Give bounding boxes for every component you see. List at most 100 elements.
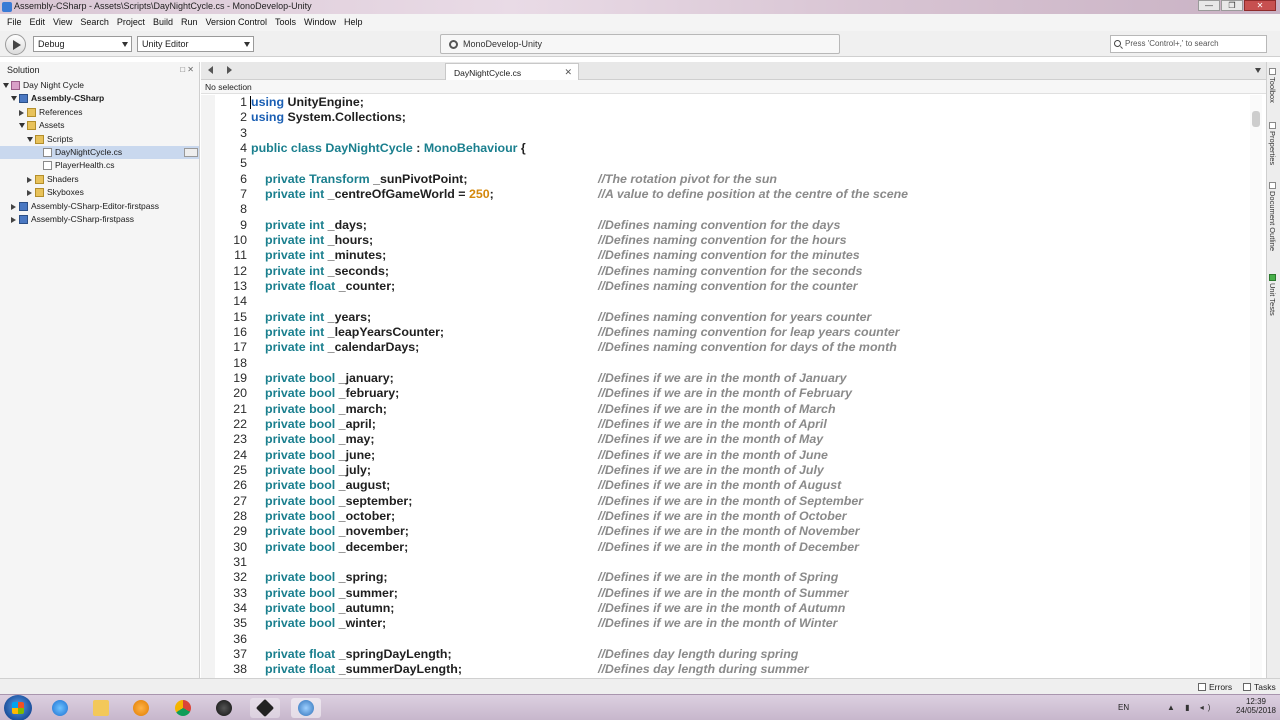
code-line[interactable]: 23 private bool _may; //Defines if we are … (201, 432, 1251, 447)
target-select[interactable]: Unity Editor (137, 36, 254, 52)
code-line[interactable]: 35 private bool _winter; //Defines if we a… (201, 616, 1251, 631)
search-input[interactable]: Press 'Control+,' to search (1110, 35, 1267, 53)
start-button[interactable] (4, 695, 32, 720)
menu-build[interactable]: Build (150, 14, 176, 31)
document-outline-dock-tab[interactable]: Document Outline (1268, 182, 1277, 251)
errors-button[interactable]: Errors (1198, 682, 1232, 692)
menu-run[interactable]: Run (178, 14, 201, 31)
menu-edit[interactable]: Edit (27, 14, 49, 31)
menu-file[interactable]: File (4, 14, 25, 31)
menu-view[interactable]: View (50, 14, 75, 31)
file-explorer-icon[interactable] (86, 698, 116, 718)
chevron-down-icon[interactable] (1255, 68, 1261, 73)
menu-help[interactable]: Help (341, 14, 366, 31)
tab-daynightcycle[interactable]: DayNightCycle.cs ✕ (445, 63, 579, 80)
code-line[interactable]: 19 private bool _january; //Defines if we … (201, 371, 1251, 386)
code-editor[interactable]: 1 using UnityEngine; 2 using System.Collect… (201, 95, 1262, 678)
tray-icons[interactable]: ▲ ▮ ◂) (1167, 703, 1214, 712)
code-line[interactable]: 30 private bool _december; //Defines if we… (201, 540, 1251, 555)
code-line[interactable]: 26 private bool _august; //Defines if we a… (201, 478, 1251, 493)
code-line[interactable]: 15 private int _years; //Defines naming co… (201, 310, 1251, 325)
menu-window[interactable]: Window (301, 14, 339, 31)
code-line[interactable]: 22 private bool _april; //Defines if we ar… (201, 417, 1251, 432)
internet-explorer-icon[interactable] (45, 698, 75, 718)
code-line[interactable]: 5 (201, 156, 1251, 171)
code-line[interactable]: 20 private bool _february; //Defines if we… (201, 386, 1251, 401)
code-line[interactable]: 38 private float _summerDayLength; //Defin… (201, 662, 1251, 677)
clock[interactable]: 12:39 24/05/2018 (1236, 697, 1276, 715)
code-line[interactable]: 4 public class DayNightCycle : MonoBehavi… (201, 141, 1251, 156)
nav-back-icon[interactable] (208, 66, 213, 74)
solution-tree-item[interactable]: Assembly-CSharp (0, 92, 199, 105)
chevron-right-icon[interactable] (11, 203, 16, 210)
chevron-down-icon[interactable] (19, 123, 25, 129)
unit-tests-dock-tab[interactable]: Unit Tests (1268, 274, 1277, 316)
code-line[interactable]: 17 private int _calendarDays; //Defines na… (201, 340, 1251, 355)
chevron-right-icon[interactable] (19, 109, 24, 116)
code-line[interactable]: 28 private bool _october; //Defines if we … (201, 509, 1251, 524)
solution-tree-item[interactable]: DayNightCycle.cs (0, 145, 199, 160)
solution-tree-item[interactable]: Day Night Cycle (0, 79, 199, 92)
code-line[interactable]: 10 private int _hours; //Defines naming co… (201, 233, 1251, 248)
media-player-icon[interactable] (126, 698, 156, 718)
code-line[interactable]: 9 private int _days; //Defines naming conv… (201, 218, 1251, 233)
code-line[interactable]: 34 private bool _autumn; //Defines if we a… (201, 601, 1251, 616)
code-line[interactable]: 8 (201, 202, 1251, 217)
minimize-button[interactable]: — (1198, 0, 1220, 11)
solution-tree-item[interactable]: Assets (0, 119, 199, 132)
chevron-down-icon[interactable] (27, 136, 33, 142)
solution-tree-item[interactable]: Shaders (0, 173, 199, 186)
chevron-down-icon[interactable] (3, 83, 9, 88)
menu-search[interactable]: Search (77, 14, 112, 31)
solution-tree-item[interactable]: Assembly-CSharp-firstpass (0, 213, 199, 226)
code-line[interactable]: 7 private int _centreOfGameWorld = 250; //… (201, 187, 1251, 202)
chevron-right-icon[interactable] (27, 176, 32, 183)
code-line[interactable]: 25 private bool _july; //Defines if we are… (201, 463, 1251, 478)
solution-tree-item[interactable]: References (0, 106, 199, 119)
close-button[interactable]: ✕ (1244, 0, 1276, 11)
code-line[interactable]: 37 private float _springDayLength; //Defin… (201, 647, 1251, 662)
code-line[interactable]: 31 (201, 555, 1251, 570)
code-line[interactable]: 6 private Transform _sunPivotPoint; //The … (201, 172, 1251, 187)
code-line[interactable]: 32 private bool _spring; //Defines if we a… (201, 570, 1251, 585)
solution-tree-item[interactable]: Assembly-CSharp-Editor-firstpass (0, 200, 199, 213)
close-icon[interactable]: ✕ (564, 67, 572, 78)
menu-tools[interactable]: Tools (272, 14, 299, 31)
code-line[interactable]: 3 (201, 126, 1251, 141)
code-line[interactable]: 27 private bool _september; //Defines if w… (201, 494, 1251, 509)
code-line[interactable]: 36 (201, 632, 1251, 647)
scrollbar-thumb[interactable] (1252, 111, 1260, 127)
code-line[interactable]: 18 (201, 356, 1251, 371)
code-line[interactable]: 16 private int _leapYearsCounter; //Define… (201, 325, 1251, 340)
code-line[interactable]: 21 private bool _march; //Defines if we ar… (201, 402, 1251, 417)
item-options-icon[interactable] (184, 147, 198, 157)
configuration-select[interactable]: Debug (33, 36, 132, 52)
code-line[interactable]: 24 private bool _june; //Defines if we are… (201, 448, 1251, 463)
run-play-button[interactable] (5, 34, 26, 55)
code-line[interactable]: 12 private int _seconds; //Defines naming … (201, 264, 1251, 279)
menu-version-control[interactable]: Version Control (202, 14, 270, 31)
language-indicator[interactable]: EN (1118, 703, 1129, 712)
maximize-button[interactable]: ❐ (1221, 0, 1243, 11)
monodevelop-icon[interactable] (291, 698, 321, 718)
obs-icon[interactable] (209, 698, 239, 718)
solution-tree-item[interactable]: Scripts (0, 133, 199, 146)
chevron-right-icon[interactable] (27, 190, 32, 197)
solution-tree-item[interactable]: PlayerHealth.cs (0, 159, 199, 172)
editor-scrollbar[interactable] (1250, 95, 1262, 678)
code-line[interactable]: 2 using System.Collections; (201, 110, 1251, 125)
nav-forward-icon[interactable] (227, 66, 232, 74)
code-line[interactable]: 33 private bool _summer; //Defines if we a… (201, 586, 1251, 601)
chrome-icon[interactable] (168, 698, 198, 718)
panel-buttons[interactable]: □ ✕ (180, 65, 194, 74)
toolbox-dock-tab[interactable]: Toolbox (1268, 68, 1277, 103)
menu-project[interactable]: Project (114, 14, 148, 31)
code-line[interactable]: 1 using UnityEngine; (201, 95, 1251, 110)
chevron-down-icon[interactable] (11, 96, 17, 102)
chevron-right-icon[interactable] (11, 216, 16, 223)
code-line[interactable]: 14 (201, 294, 1251, 309)
properties-dock-tab[interactable]: Properties (1268, 122, 1277, 165)
solution-tree-item[interactable]: Skyboxes (0, 186, 199, 199)
code-line[interactable]: 29 private bool _november; //Defines if we… (201, 524, 1251, 539)
code-line[interactable]: 11 private int _minutes; //Defines naming … (201, 248, 1251, 263)
